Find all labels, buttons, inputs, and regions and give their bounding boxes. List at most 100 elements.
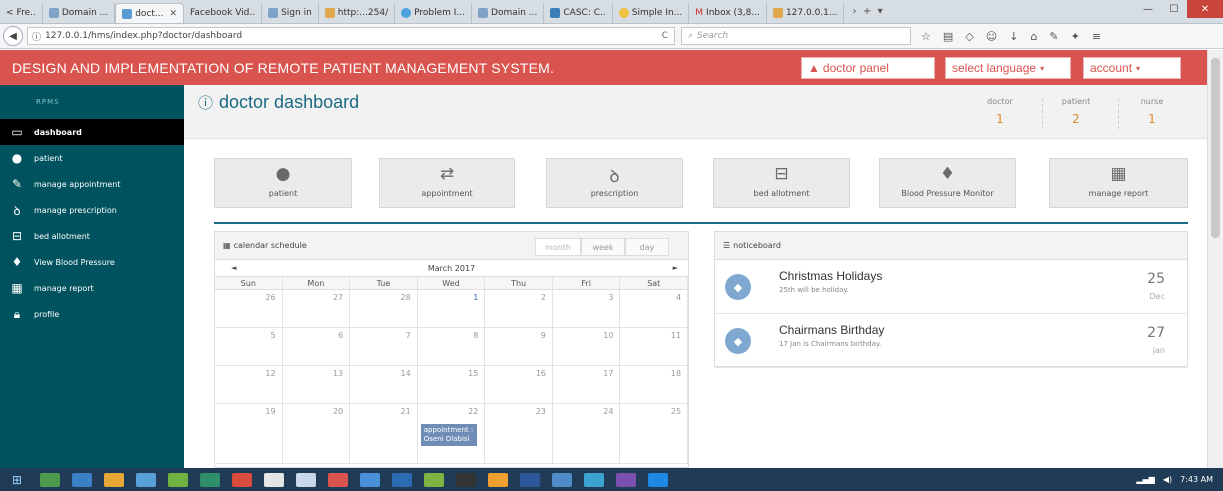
taskbar-app-icon[interactable] xyxy=(296,472,316,487)
taskbar-app-icon[interactable] xyxy=(40,472,60,487)
taskbar-app-icon[interactable] xyxy=(392,472,412,487)
taskbar-app-icon[interactable] xyxy=(168,472,188,487)
view-day-button[interactable]: day xyxy=(625,238,669,256)
scrollbar-thumb[interactable] xyxy=(1211,58,1220,238)
calendar-day-cell[interactable]: 10 xyxy=(552,328,621,366)
bookmark-star-icon[interactable]: ☆ xyxy=(921,30,931,43)
taskbar-app-icon[interactable] xyxy=(72,472,92,487)
calendar-day-cell[interactable]: 21 xyxy=(350,404,418,464)
download-icon[interactable]: ↓ xyxy=(1009,30,1018,43)
new-tab-icon[interactable]: › + ▾ xyxy=(852,6,882,17)
tile-prescription[interactable]: ꝺ prescription xyxy=(546,158,683,208)
extension-icon[interactable]: ✦ xyxy=(1071,30,1080,43)
taskbar-app-icon[interactable] xyxy=(328,472,348,487)
browser-tab[interactable]: Problem I... xyxy=(395,3,473,23)
calendar-day-cell[interactable]: 7 xyxy=(350,328,418,366)
browser-tab[interactable]: http:...254/ xyxy=(319,3,396,23)
taskbar-app-icon[interactable] xyxy=(552,472,572,487)
search-input[interactable]: ⌕ Search xyxy=(681,27,911,45)
tile-patient[interactable]: ● patient xyxy=(214,158,352,208)
network-icon[interactable]: ▂▄▆ xyxy=(1136,475,1154,484)
doctor-panel-button[interactable]: ▲ doctor panel xyxy=(801,57,935,79)
sidebar-item-manage-prescription[interactable]: ꝺ manage prescription xyxy=(0,197,184,223)
notice-item[interactable]: ◆ Christmas Holidays 25th will be holida… xyxy=(715,260,1187,314)
calendar-day-cell[interactable]: 13 xyxy=(282,366,351,404)
view-week-button[interactable]: week xyxy=(581,238,625,256)
browser-tab[interactable]: M Inbox (3,8... xyxy=(689,3,767,23)
calendar-day-cell[interactable]: 16 xyxy=(485,366,553,404)
sync-icon[interactable]: ☺ xyxy=(986,30,997,43)
calendar-day-cell[interactable]: 3 xyxy=(552,290,621,328)
tile-appointment[interactable]: ⇄ appointment xyxy=(379,158,515,208)
calendar-day-cell[interactable]: 22 appointment : Oseni Olabisi xyxy=(417,404,486,464)
calendar-day-cell[interactable]: 9 xyxy=(485,328,553,366)
browser-tab[interactable]: < Fre.. xyxy=(0,3,43,23)
notice-item[interactable]: ◆ Chairmans Birthday 17 Jan is Chairmans… xyxy=(715,314,1187,368)
url-bar[interactable]: ⓘ 127.0.0.1/hms/index.php?doctor/dashboa… xyxy=(27,27,675,45)
calendar-day-cell[interactable]: 6 xyxy=(282,328,351,366)
sidebar-item-manage-report[interactable]: ▦ manage report xyxy=(0,275,184,301)
taskbar-app-icon[interactable] xyxy=(584,472,604,487)
taskbar-app-icon[interactable] xyxy=(104,472,124,487)
browser-tab[interactable]: 127.0.0.1... xyxy=(767,3,845,23)
menu-icon[interactable]: ≡ xyxy=(1092,30,1101,43)
tile-manage-report[interactable]: ▦ manage report xyxy=(1049,158,1188,208)
calendar-event[interactable]: appointment : Oseni Olabisi xyxy=(420,424,477,446)
clock-time[interactable]: 7:43 AM xyxy=(1180,475,1213,484)
sidebar-item-view-blood-pressure[interactable]: ♦ View Blood Pressure xyxy=(0,249,184,275)
taskbar-app-icon[interactable] xyxy=(520,472,540,487)
taskbar-app-icon[interactable] xyxy=(424,472,444,487)
close-tab-icon[interactable]: ✕ xyxy=(170,9,178,19)
calendar-day-cell[interactable]: 17 xyxy=(552,366,621,404)
sidebar-item-patient[interactable]: ● patient xyxy=(0,145,184,171)
calendar-day-cell[interactable]: 24 xyxy=(552,404,621,464)
calendar-day-cell[interactable]: 25 xyxy=(620,404,688,464)
window-close-icon[interactable]: ✕ xyxy=(1187,0,1223,18)
taskbar-app-icon[interactable] xyxy=(136,472,156,487)
taskbar-app-icon[interactable] xyxy=(232,472,252,487)
browser-tab[interactable]: Sign in xyxy=(262,3,319,23)
browser-tab[interactable]: Simple In... xyxy=(613,3,690,23)
calendar-day-cell[interactable]: 4 xyxy=(620,290,688,328)
volume-icon[interactable]: ◀) xyxy=(1163,475,1172,484)
calendar-day-cell[interactable]: 15 xyxy=(417,366,486,404)
browser-tab[interactable]: Domain ... xyxy=(43,3,116,23)
calendar-day-cell[interactable]: 27 xyxy=(282,290,351,328)
sidebar-item-manage-appointment[interactable]: ✎ manage appointment xyxy=(0,171,184,197)
minimize-icon[interactable]: — xyxy=(1135,0,1161,18)
calendar-day-cell[interactable]: 2 xyxy=(485,290,553,328)
tile-bed-allotment[interactable]: ⊟ bed allotment xyxy=(713,158,850,208)
calendar-day-cell[interactable]: 20 xyxy=(282,404,351,464)
back-arrow-icon[interactable]: ◀ xyxy=(3,26,23,46)
browser-tab-active[interactable]: doct... ✕ xyxy=(115,3,185,23)
calendar-day-cell[interactable]: 12 xyxy=(215,366,283,404)
calendar-day-cell[interactable]: 1 xyxy=(417,290,486,328)
maximize-icon[interactable]: ☐ xyxy=(1161,0,1187,18)
start-button-icon[interactable]: ⊞ xyxy=(0,468,34,491)
pocket-icon[interactable]: ◇ xyxy=(965,30,973,43)
view-month-button[interactable]: month xyxy=(535,238,581,256)
reading-list-icon[interactable]: ▤ xyxy=(943,30,953,43)
browser-tab[interactable]: CASC: C.. xyxy=(544,3,613,23)
browser-tab[interactable]: Facebook Vid.. xyxy=(184,3,263,23)
taskbar-app-icon[interactable] xyxy=(648,472,668,487)
browser-tab[interactable]: Domain ... xyxy=(472,3,545,23)
sidebar-item-profile[interactable]: 🔒︎ profile xyxy=(0,301,184,327)
calendar-day-cell[interactable]: 19 xyxy=(215,404,283,464)
account-dropdown[interactable]: account ▾ xyxy=(1083,57,1181,79)
taskbar-app-icon[interactable] xyxy=(488,472,508,487)
calendar-day-cell[interactable]: 18 xyxy=(620,366,688,404)
sidebar-item-bed-allotment[interactable]: ⊟ bed allotment xyxy=(0,223,184,249)
taskbar-app-icon[interactable] xyxy=(616,472,636,487)
home-icon[interactable]: ⌂ xyxy=(1030,30,1037,43)
sidebar-item-dashboard[interactable]: ▭ dashboard xyxy=(0,119,184,145)
reload-icon[interactable]: C xyxy=(662,31,674,41)
calendar-day-cell[interactable]: 8 xyxy=(417,328,486,366)
select-language-dropdown[interactable]: select language ▾ xyxy=(945,57,1071,79)
taskbar-app-icon[interactable] xyxy=(200,472,220,487)
prev-month-icon[interactable]: ◄ xyxy=(231,264,236,272)
calendar-day-cell[interactable]: 26 xyxy=(215,290,283,328)
taskbar-app-icon[interactable] xyxy=(264,472,284,487)
calendar-day-cell[interactable]: 23 xyxy=(485,404,553,464)
calendar-day-cell[interactable]: 14 xyxy=(350,366,418,404)
